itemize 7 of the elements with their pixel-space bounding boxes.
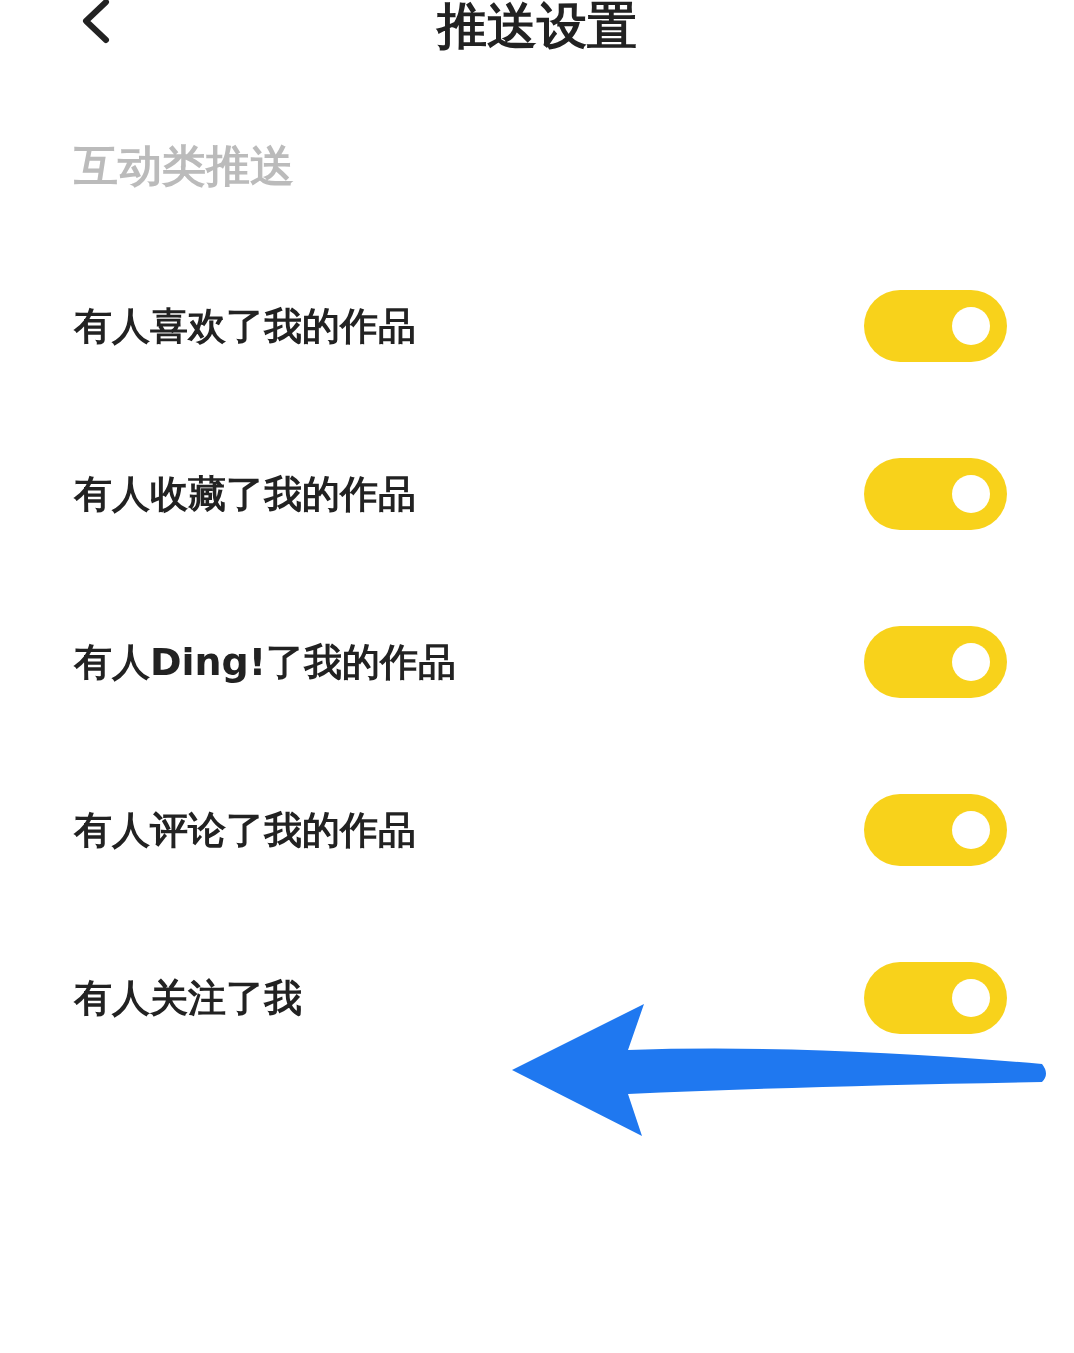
setting-label: 有人喜欢了我的作品: [74, 302, 416, 350]
section-title: 互动类推送: [74, 139, 295, 193]
setting-label: 有人评论了我的作品: [74, 806, 416, 854]
page-title: 推送设置: [437, 0, 637, 56]
setting-label: 有人收藏了我的作品: [74, 470, 416, 518]
setting-label: 有人Ding!了我的作品: [74, 638, 457, 686]
setting-label: 有人关注了我: [74, 974, 302, 1022]
